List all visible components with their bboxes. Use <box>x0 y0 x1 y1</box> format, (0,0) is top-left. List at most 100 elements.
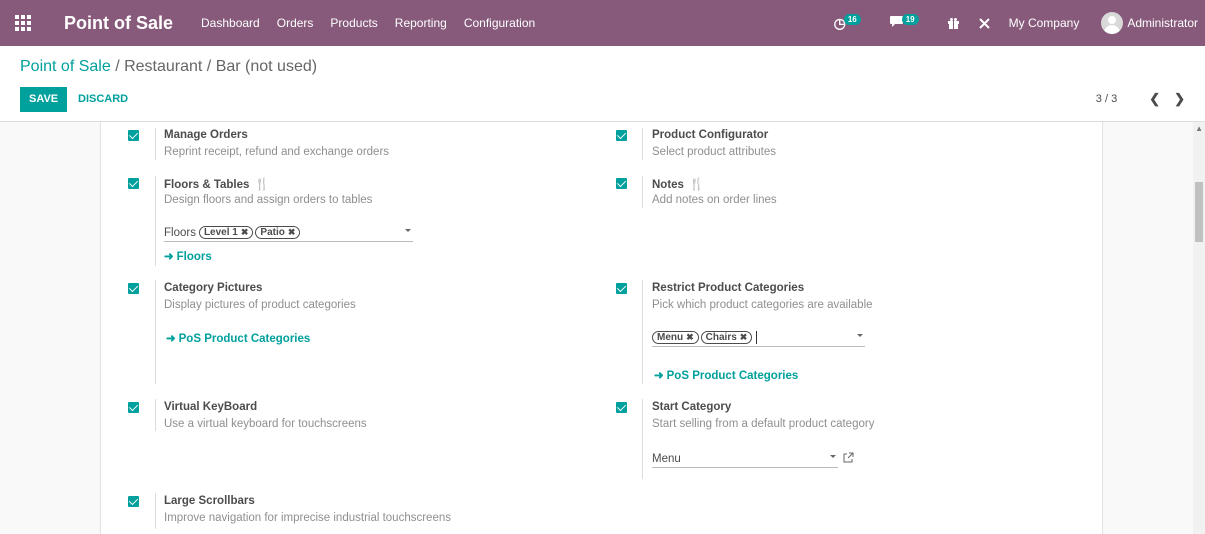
large-scrollbars-title: Large Scrollbars <box>164 495 255 507</box>
divider <box>155 493 156 529</box>
manage-orders-desc: Reprint receipt, refund and exchange ord… <box>164 146 390 158</box>
large-scrollbars-checkbox[interactable] <box>128 496 139 507</box>
pos-categories-link-label: PoS Product Categories <box>666 370 799 382</box>
floor-tag-label: Patio <box>260 227 285 238</box>
pager-value[interactable]: 3 / 3 <box>1096 93 1117 105</box>
menu-orders[interactable]: Orders <box>277 16 314 30</box>
control-panel: Point of Sale / Restaurant / Bar (not us… <box>0 46 1205 122</box>
settings-sheet: Manage Orders Reprint receipt, refund an… <box>100 122 1103 534</box>
floors-link-label: Floors <box>176 251 212 263</box>
top-navbar: Point of Sale Dashboard Orders Products … <box>0 0 1205 46</box>
breadcrumb-separator: / <box>115 58 120 75</box>
pos-categories-link[interactable]: ➜ PoS Product Categories <box>654 368 798 382</box>
pager-previous-icon[interactable]: ❮ <box>1149 91 1160 107</box>
divider <box>155 176 156 266</box>
remove-tag-icon[interactable]: ✖ <box>740 332 748 343</box>
divider <box>155 280 156 384</box>
manage-orders-checkbox[interactable] <box>128 130 139 141</box>
text-cursor <box>756 331 758 344</box>
activity-badge: 16 <box>843 13 861 25</box>
category-pictures-title: Category Pictures <box>164 282 263 294</box>
discard-button[interactable]: DISCARD <box>78 87 128 112</box>
app-title[interactable]: Point of Sale <box>64 13 173 34</box>
notes-desc: Add notes on order lines <box>652 194 777 206</box>
manage-orders-title: Manage Orders <box>164 129 248 141</box>
category-pictures-desc: Display pictures of product categories <box>164 299 356 311</box>
menu-reporting[interactable]: Reporting <box>395 16 447 30</box>
vertical-scrollbar[interactable]: ▲ <box>1193 122 1205 534</box>
floor-tag-label: Level 1 <box>203 227 238 238</box>
start-category-checkbox[interactable] <box>616 402 627 413</box>
activity-button[interactable]: ◷ 16 <box>834 13 861 32</box>
user-avatar[interactable] <box>1101 12 1124 34</box>
restaurant-icon: 🍴 <box>254 177 270 191</box>
external-link-icon[interactable] <box>843 452 854 466</box>
floors-tables-desc: Design floors and assign orders to table… <box>164 194 373 206</box>
messaging-button[interactable]: 19 <box>889 13 919 31</box>
gift-icon[interactable] <box>947 17 960 30</box>
start-category-value: Menu <box>652 452 681 465</box>
arrow-right-icon: ➜ <box>166 333 176 345</box>
debug-tools-icon[interactable] <box>978 17 991 30</box>
divider <box>155 128 156 160</box>
dropdown-caret-icon[interactable] <box>405 229 411 232</box>
start-category-select[interactable]: Menu <box>652 450 838 468</box>
save-button[interactable]: SAVE <box>20 87 68 112</box>
floor-tag: Level 1 ✖ <box>198 226 254 239</box>
settings-content: Manage Orders Reprint receipt, refund an… <box>0 122 1205 534</box>
apps-menu-icon[interactable] <box>0 0 46 46</box>
breadcrumb-current: Restaurant / Bar (not used) <box>124 58 318 75</box>
product-configurator-checkbox[interactable] <box>616 130 627 141</box>
category-pictures-checkbox[interactable] <box>128 283 139 294</box>
remove-tag-icon[interactable]: ✖ <box>686 332 694 343</box>
user-menu[interactable]: Administrator <box>1127 16 1198 30</box>
pos-categories-link[interactable]: ➜ PoS Product Categories <box>166 331 310 345</box>
remove-tag-icon[interactable]: ✖ <box>241 227 249 238</box>
virtual-keyboard-desc: Use a virtual keyboard for touchscreens <box>164 418 367 430</box>
category-tag-label: Chairs <box>705 332 737 343</box>
arrow-right-icon: ➜ <box>164 251 174 263</box>
dropdown-caret-icon[interactable] <box>857 334 863 337</box>
category-tag-label: Menu <box>657 332 684 343</box>
scrollbar-thumb[interactable] <box>1195 182 1203 242</box>
remove-tag-icon[interactable]: ✖ <box>288 227 296 238</box>
floors-tables-checkbox[interactable] <box>128 178 139 189</box>
scroll-up-icon[interactable]: ▲ <box>1195 124 1203 133</box>
large-scrollbars-desc: Improve navigation for imprecise industr… <box>164 512 451 524</box>
pager: 3 / 3 ❮ ❯ <box>1096 91 1185 107</box>
notes-title-text: Notes <box>652 179 684 191</box>
restrict-categories-title: Restrict Product Categories <box>652 282 805 294</box>
floors-field[interactable]: Floors Level 1 ✖ Patio ✖ <box>164 224 413 242</box>
menu-products[interactable]: Products <box>330 16 377 30</box>
virtual-keyboard-title: Virtual KeyBoard <box>164 401 258 413</box>
product-configurator-desc: Select product attributes <box>652 146 777 158</box>
company-switcher[interactable]: My Company <box>1009 16 1080 30</box>
divider <box>642 176 643 208</box>
pager-next-icon[interactable]: ❯ <box>1174 91 1185 107</box>
category-tag: Chairs ✖ <box>700 331 753 344</box>
floors-link[interactable]: ➜ Floors <box>164 249 212 263</box>
restaurant-icon: 🍴 <box>689 177 705 191</box>
breadcrumb: Point of Sale / Restaurant / Bar (not us… <box>20 58 317 76</box>
restrict-categories-checkbox[interactable] <box>616 283 627 294</box>
floor-tag: Patio ✖ <box>255 226 301 239</box>
restrict-categories-desc: Pick which product categories are availa… <box>652 299 873 311</box>
notes-checkbox[interactable] <box>616 178 627 189</box>
divider <box>642 128 643 160</box>
restrict-categories-field[interactable]: Menu ✖ Chairs ✖ <box>652 329 865 347</box>
dropdown-caret-icon[interactable] <box>830 455 836 458</box>
floors-tables-title-text: Floors & Tables <box>164 179 250 191</box>
breadcrumb-root-link[interactable]: Point of Sale <box>20 58 111 75</box>
arrow-right-icon: ➜ <box>654 370 664 382</box>
category-tag: Menu ✖ <box>652 331 699 344</box>
notes-title: Notes 🍴 <box>652 177 704 191</box>
start-category-title: Start Category <box>652 401 732 413</box>
menu-dashboard[interactable]: Dashboard <box>201 16 260 30</box>
floors-field-label: Floors <box>164 226 196 239</box>
virtual-keyboard-checkbox[interactable] <box>128 402 139 413</box>
divider <box>155 399 156 431</box>
menu-configuration[interactable]: Configuration <box>464 16 535 30</box>
divider <box>642 399 643 479</box>
pos-categories-link-label: PoS Product Categories <box>178 333 311 345</box>
product-configurator-title: Product Configurator <box>652 129 769 141</box>
